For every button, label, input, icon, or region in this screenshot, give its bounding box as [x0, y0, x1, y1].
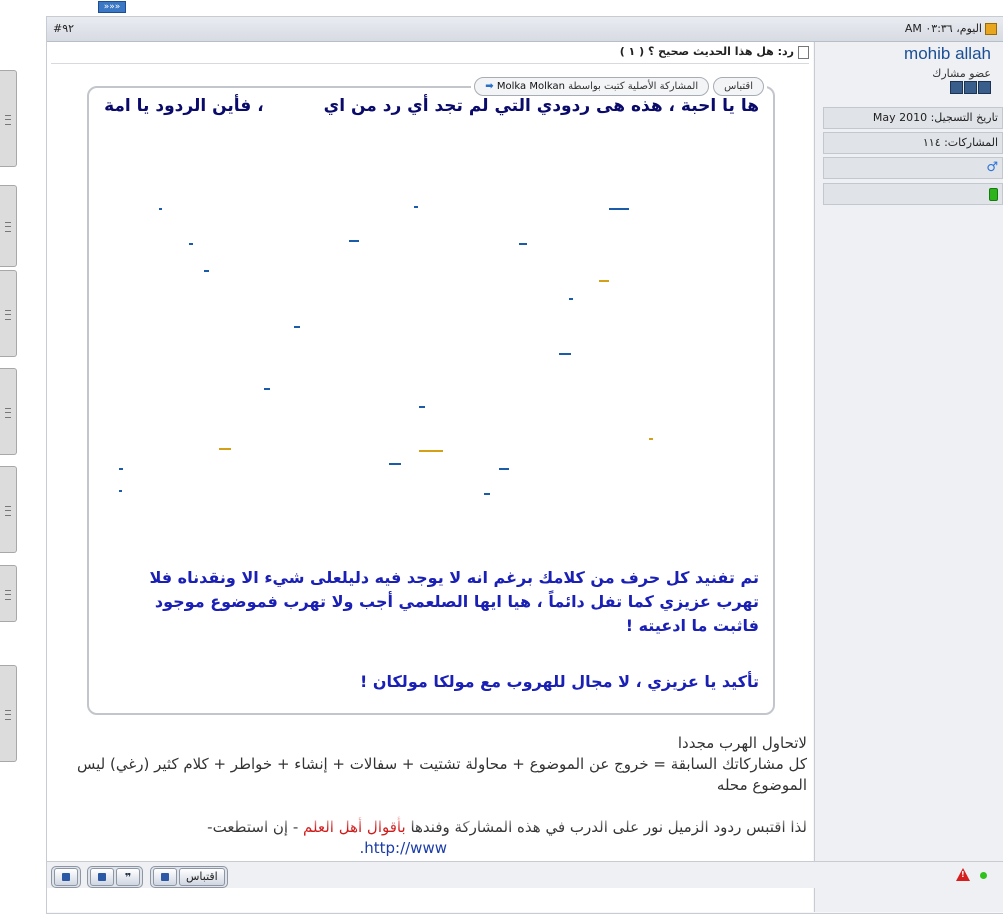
grip-icon: [5, 589, 11, 600]
post-header: اليوم، ٠٣:٣٦ AM #٩٢: [47, 17, 1003, 42]
quote-source: المشاركة الأصلية كتبت بواسطة Molka Molka…: [474, 77, 710, 96]
reply-button[interactable]: [90, 868, 114, 886]
redacted-mark: [189, 243, 193, 245]
multi-quote-group: [51, 866, 81, 888]
post-count: المشاركات: ١١٤: [823, 132, 1003, 154]
grip-icon: [5, 505, 11, 516]
quote-block: اقتباس المشاركة الأصلية كتبت بواسطة Molk…: [87, 77, 775, 715]
reputation-icons: [950, 81, 991, 94]
grip-icon: [5, 709, 11, 720]
top-strip: »»»: [46, 0, 1003, 14]
redacted-mark: [159, 208, 162, 210]
redacted-mark: [219, 448, 231, 450]
user-title: عضو مشارك: [932, 67, 991, 80]
document-icon: [798, 45, 809, 59]
user-info-column: mohib allah عضو مشارك تاريخ التسجيل: May…: [814, 42, 1003, 912]
grip-icon: [5, 309, 11, 320]
post-icon: [985, 23, 997, 35]
grip-icon: [5, 222, 11, 232]
redacted-mark: [484, 493, 490, 495]
quote-source-label: المشاركة الأصلية كتبت بواسطة: [568, 81, 699, 92]
forum-post: اليوم، ٠٣:٣٦ AM #٩٢ mohib allah عضو مشار…: [46, 16, 1003, 914]
side-panel-tab[interactable]: [0, 466, 17, 553]
redacted-mark: [389, 463, 401, 465]
quote-first-line: ها يا احبة ، هذه هى ردودي التي لم تجد أي…: [104, 96, 759, 116]
quote-toggle-button[interactable]: [153, 868, 177, 886]
body-paragraph: كل مشاركاتك السابقة = خروج عن الموضوع + …: [77, 755, 807, 794]
body-link-line: http://www.: [49, 838, 807, 859]
quote-group: اقتباس: [150, 866, 228, 888]
divider: [51, 63, 809, 64]
redacted-mark: [119, 468, 123, 470]
username-link[interactable]: mohib allah: [904, 44, 991, 64]
quote-line-start: ها يا احبة ، هذه هى ردودي التي لم تجد أي…: [323, 96, 759, 116]
side-panel-tab[interactable]: [0, 368, 17, 455]
post-footer: ❞ اقتباس: [47, 861, 1003, 888]
gender-box: ♂: [823, 157, 1003, 179]
quote-button[interactable]: اقتباس: [713, 77, 764, 96]
quote-icon: [161, 873, 169, 881]
post-body: لاتحاول الهرب مجددا كل مشاركاتك السابقة …: [49, 733, 807, 859]
post-date: اليوم، ٠٣:٣٦ AM: [905, 22, 997, 35]
redacted-mark: [414, 206, 418, 208]
side-panel-tab[interactable]: [0, 565, 17, 622]
reply-icon: [98, 873, 106, 881]
body-line: لاتحاول الهرب مجددا: [677, 734, 807, 752]
grip-icon: [5, 407, 11, 418]
multi-quote-icon: [62, 873, 70, 881]
expand-button[interactable]: »»»: [98, 1, 126, 13]
reputation-icon: [978, 81, 991, 94]
redacted-mark: [419, 406, 425, 408]
go-to-post-icon[interactable]: ➡: [485, 81, 493, 92]
quote-paragraph: تم تفنيد كل حرف من كلامك برغم انه لا يوج…: [149, 568, 759, 635]
quote-author-link[interactable]: Molka Molkan: [497, 81, 565, 92]
redacted-mark: [204, 270, 209, 272]
quote-caption: اقتباس المشاركة الأصلية كتبت بواسطة Molk…: [471, 77, 767, 96]
fade-band: [47, 815, 813, 829]
redacted-mark: [569, 298, 573, 300]
reply-group: ❞: [87, 866, 143, 888]
redacted-mark: [649, 438, 653, 440]
post-number-link[interactable]: #٩٢: [53, 22, 74, 35]
quote-closing-line: تأكيد يا عزيزي ، لا مجال للهروب مع مولكا…: [359, 672, 759, 691]
side-panel-tab[interactable]: [0, 270, 17, 357]
redacted-mark: [519, 243, 527, 245]
redacted-mark: [559, 353, 571, 355]
redacted-mark: [599, 280, 609, 282]
redacted-mark: [609, 208, 629, 210]
multi-quote-button[interactable]: [54, 868, 78, 886]
post-content: رد: هل هذا الحديث صحيح ؟ ( ١ ) اقتباس ال…: [47, 42, 813, 912]
redacted-mark: [419, 450, 443, 452]
online-icon: [989, 187, 998, 201]
report-icon[interactable]: [956, 868, 970, 881]
redacted-mark: [294, 326, 300, 328]
grip-icon: [5, 114, 11, 125]
reputation-icon: [950, 81, 963, 94]
online-status-box: [823, 183, 1003, 205]
redacted-mark: [119, 490, 122, 492]
male-icon: ♂: [986, 160, 998, 175]
post-title-text: رد: هل هذا الحديث صحيح ؟ ( ١ ): [619, 45, 794, 58]
side-panel-tab[interactable]: [0, 70, 17, 167]
quick-quote-button[interactable]: ❞: [116, 868, 140, 886]
post-title: رد: هل هذا الحديث صحيح ؟ ( ١ ): [620, 45, 809, 59]
online-status-icon: [980, 872, 987, 879]
quote-reply-button[interactable]: اقتباس: [179, 868, 225, 886]
side-panel-tab[interactable]: [0, 185, 17, 267]
post-date-text: اليوم، ٠٣:٣٦ AM: [904, 22, 982, 35]
redacted-mark: [499, 468, 509, 470]
quote-line-end: ، فأين الردود يا امة: [104, 96, 264, 116]
left-edge-strip: [0, 0, 44, 913]
join-date: تاريخ التسجيل: May 2010: [823, 107, 1003, 129]
reputation-icon: [964, 81, 977, 94]
redacted-mark: [264, 388, 270, 390]
external-link[interactable]: http://www.: [359, 839, 447, 857]
side-panel-tab[interactable]: [0, 665, 17, 762]
redacted-mark: [349, 240, 359, 242]
